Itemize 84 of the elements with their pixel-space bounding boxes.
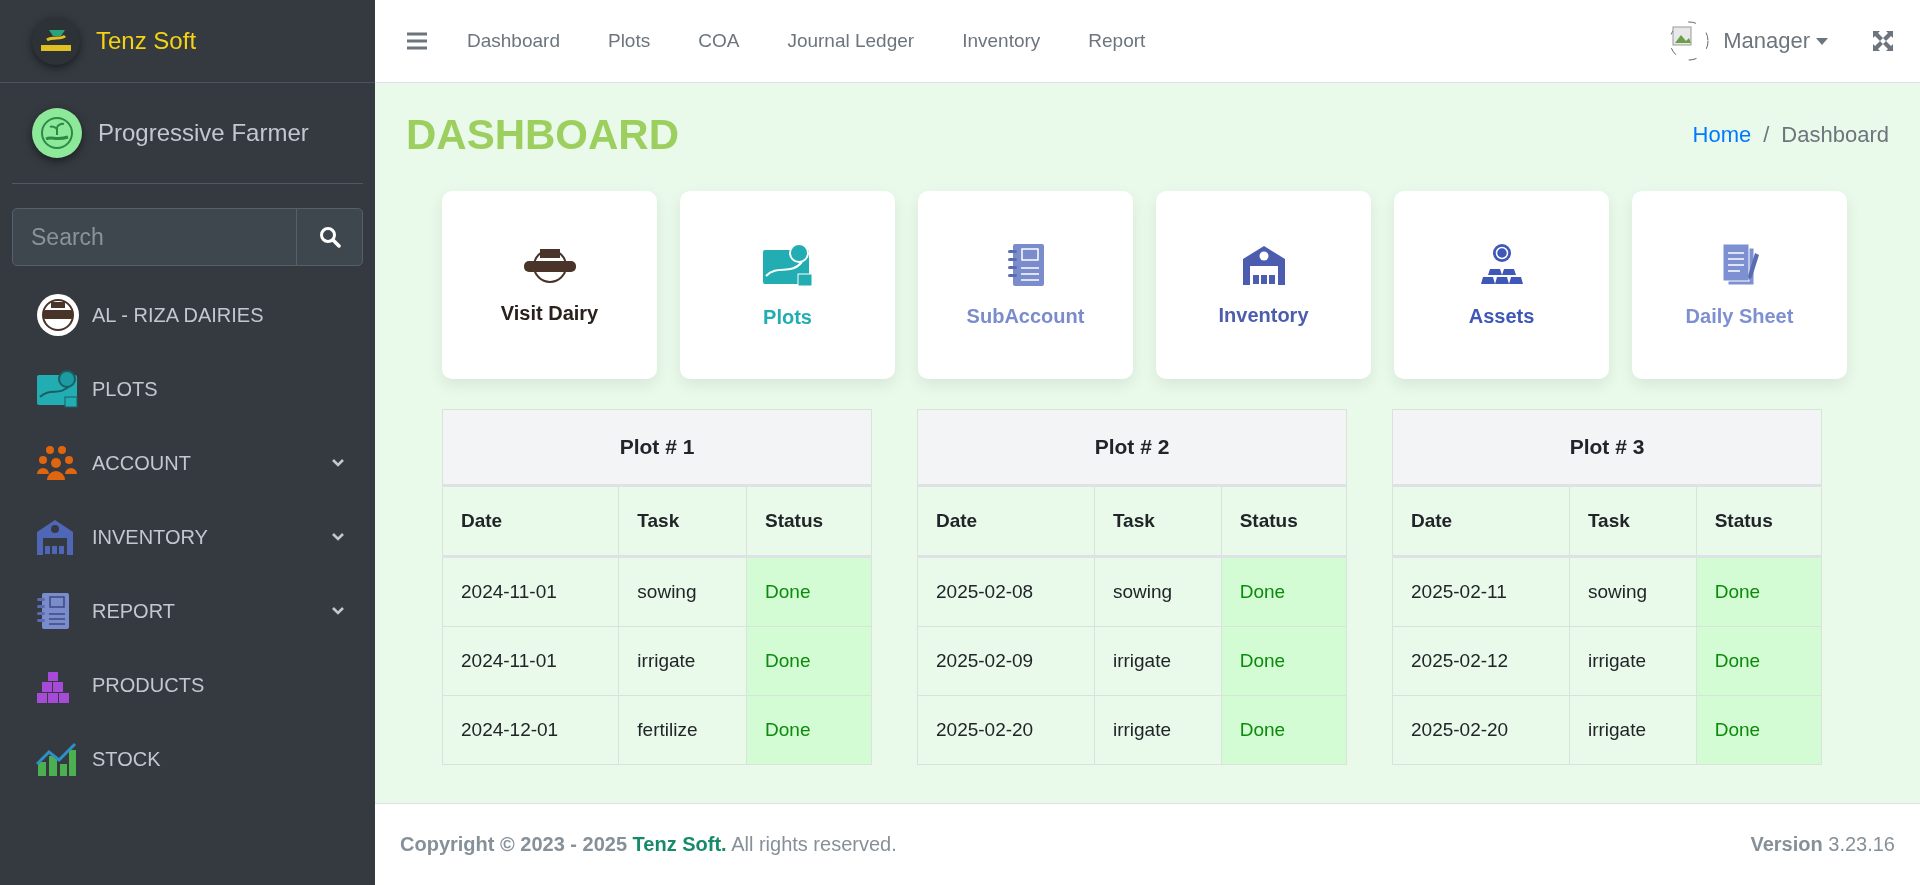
sidebar-item[interactable]: REPORT <box>0 574 375 648</box>
user-menu-button[interactable]: Manager <box>1723 28 1828 54</box>
shortcut-card[interactable]: Inventory <box>1156 191 1371 379</box>
column-header: Status <box>1696 485 1822 557</box>
page-title: DASHBOARD <box>406 111 679 159</box>
nav-link[interactable]: Plots <box>607 30 651 52</box>
search-icon <box>318 226 341 248</box>
column-header: Task <box>618 485 747 557</box>
table-cell: 2024-12-01 <box>442 695 619 765</box>
nav-link[interactable]: Inventory <box>962 30 1041 52</box>
company-link[interactable]: Tenz Soft. <box>632 833 727 855</box>
user-avatar-icon <box>1669 21 1710 61</box>
warehouse-icon <box>1241 243 1286 286</box>
column-header: Task <box>1569 485 1697 557</box>
search-field[interactable]: Search <box>12 208 363 266</box>
column-header: Status <box>746 485 872 557</box>
table-cell: sowing <box>1569 556 1697 627</box>
table-cell: sowing <box>1094 556 1222 627</box>
caret-icon <box>1816 37 1828 45</box>
column-header: Date <box>1392 485 1570 557</box>
menu-button[interactable] <box>407 32 427 50</box>
sidebar-item[interactable]: STOCK <box>0 722 375 796</box>
shortcut-card[interactable]: Assets <box>1394 191 1609 379</box>
column-header: Date <box>442 485 619 557</box>
table-title: Plot # 1 <box>442 409 872 486</box>
menu-icon <box>407 32 427 50</box>
table-cell: 2025-02-08 <box>917 556 1095 627</box>
table-cell: irrigate <box>618 626 747 696</box>
status-cell: Done <box>1696 695 1822 765</box>
status-cell: Done <box>746 695 872 765</box>
warehouse-icon <box>36 518 74 556</box>
table-title: Plot # 3 <box>1392 409 1822 486</box>
shortcut-card[interactable]: Visit Dairy <box>442 191 657 379</box>
table-title: Plot # 2 <box>917 409 1347 486</box>
table-cell: irrigate <box>1569 626 1697 696</box>
table-cell: 2025-02-20 <box>917 695 1095 765</box>
breadcrumb-separator: / <box>1763 122 1770 148</box>
table-cell: irrigate <box>1094 626 1222 696</box>
brand-name[interactable]: Tenz Soft <box>96 27 197 55</box>
sidebar-item[interactable]: ACCOUNT <box>0 426 375 500</box>
status-cell: Done <box>1696 556 1822 627</box>
column-header: Task <box>1094 485 1222 557</box>
table-cell: irrigate <box>1094 695 1222 765</box>
status-cell: Done <box>1221 556 1347 627</box>
dairy-logo-icon <box>36 293 80 337</box>
table-cell: irrigate <box>1569 695 1697 765</box>
nav-link[interactable]: Dashboard <box>467 30 560 52</box>
shortcut-card[interactable]: SubAccount <box>918 191 1133 379</box>
status-cell: Done <box>1221 695 1347 765</box>
growth-chart-icon <box>36 742 78 776</box>
sidebar-item[interactable]: AL - RIZA DAIRIES <box>0 278 375 352</box>
breadcrumb-current: Dashboard <box>1781 122 1889 148</box>
brand-logo-icon <box>32 17 80 65</box>
table-cell: 2025-02-09 <box>917 626 1095 696</box>
notebook-dollar-icon <box>1006 242 1045 287</box>
nav-link[interactable]: Report <box>1088 30 1146 52</box>
column-header: Date <box>917 485 1095 557</box>
user-name[interactable]: Progressive Farmer <box>98 119 309 147</box>
status-cell: Done <box>1221 626 1347 696</box>
search-input[interactable]: Search <box>13 209 296 265</box>
status-cell: Done <box>746 556 872 627</box>
column-header: Status <box>1221 485 1347 557</box>
table-cell: 2025-02-11 <box>1392 556 1570 627</box>
status-cell: Done <box>1696 626 1822 696</box>
status-cell: Done <box>746 626 872 696</box>
plant-hand-icon <box>32 108 82 158</box>
version-text: Version 3.23.16 <box>1750 833 1895 856</box>
copyright-text: Copyright © 2023 - 2025 Tenz Soft. All rights reserved. <box>400 833 897 856</box>
sidebar-item[interactable]: PRODUCTS <box>0 648 375 722</box>
table-cell: 2024-11-01 <box>442 556 619 627</box>
shortcut-card[interactable]: Daily Sheet <box>1632 191 1847 379</box>
table-cell: 2024-11-01 <box>442 626 619 696</box>
table-cell: fertilize <box>618 695 747 765</box>
breadcrumb-link[interactable]: Home <box>1692 122 1752 148</box>
nav-link[interactable]: Journal Ledger <box>787 30 915 52</box>
fullscreen-icon[interactable] <box>1872 30 1894 52</box>
nav-link[interactable]: COA <box>698 30 740 52</box>
table-cell: 2025-02-20 <box>1392 695 1570 765</box>
sidebar-item[interactable]: INVENTORY <box>0 500 375 574</box>
table-cell: sowing <box>618 556 747 627</box>
notebook-dollar-icon <box>36 592 70 630</box>
people-group-icon <box>36 444 78 482</box>
sidebar-item[interactable]: PLOTS <box>0 352 375 426</box>
table-cell: 2025-02-12 <box>1392 626 1570 696</box>
